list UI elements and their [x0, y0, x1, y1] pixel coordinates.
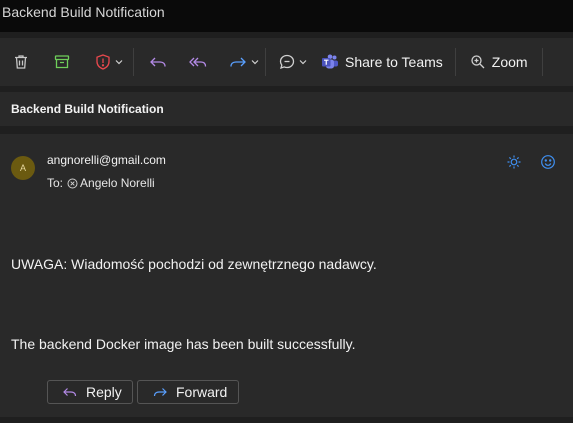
window-title: Backend Build Notification	[2, 4, 165, 20]
forward-icon	[153, 388, 167, 397]
toolbar-divider	[454, 48, 456, 76]
sender-avatar[interactable]: A	[11, 156, 35, 180]
teams-icon	[322, 54, 338, 69]
external-sender-warning: UWAGA: Wiadomość pochodzi od zewnętrzneg…	[11, 256, 377, 272]
report-button[interactable]	[94, 53, 123, 71]
reactions-button[interactable]	[540, 154, 556, 175]
theme-toggle-button[interactable]	[506, 154, 522, 175]
forward-button[interactable]: Forward	[137, 380, 239, 404]
archive-icon	[54, 55, 70, 69]
reply-all-icon	[189, 57, 207, 67]
trash-icon	[15, 55, 27, 69]
chevron-down-icon[interactable]	[251, 58, 259, 66]
toolbar-divider	[265, 48, 266, 76]
shield-alert-icon	[96, 54, 110, 70]
recipient-line: To: Angelo Norelli	[47, 176, 155, 190]
message-body: The backend Docker image has been built …	[11, 336, 356, 352]
reply-button[interactable]: Reply	[47, 380, 133, 404]
subject-bar: Backend Build Notification	[0, 92, 573, 126]
chevron-down-icon[interactable]	[115, 58, 123, 66]
recipient-remove-icon	[67, 178, 78, 189]
message-subject: Backend Build Notification	[11, 102, 164, 116]
share-to-teams-button[interactable]: Share to Teams	[321, 53, 443, 71]
reply-all-toolbar-button[interactable]	[188, 53, 208, 71]
im-reply-button[interactable]	[278, 53, 307, 71]
zoom-button[interactable]: Zoom	[470, 54, 528, 70]
message-pane: A angnorelli@gmail.com To: Angelo Norell…	[0, 134, 573, 417]
reply-icon	[150, 57, 166, 67]
chat-bubble-icon	[279, 54, 295, 70]
window-title-bar: Backend Build Notification	[0, 0, 573, 32]
delete-button[interactable]	[12, 53, 30, 71]
archive-button[interactable]	[53, 53, 71, 71]
sun-icon	[507, 155, 521, 169]
smiley-icon	[541, 155, 555, 169]
zoom-label: Zoom	[491, 54, 528, 70]
chevron-down-icon[interactable]	[299, 58, 307, 66]
forward-toolbar-button[interactable]	[228, 53, 259, 71]
reply-toolbar-button[interactable]	[148, 53, 168, 71]
to-prefix: To:	[47, 176, 64, 190]
toolbar-divider	[541, 48, 543, 76]
reply-label: Reply	[86, 384, 122, 400]
toolbar: Share to Teams Zoom	[0, 38, 573, 86]
zoom-in-icon	[471, 55, 485, 69]
forward-icon	[230, 57, 246, 67]
share-to-teams-label: Share to Teams	[345, 54, 443, 70]
forward-label: Forward	[176, 384, 228, 400]
sender-address[interactable]: angnorelli@gmail.com	[47, 153, 166, 167]
toolbar-divider	[133, 48, 134, 76]
reply-icon	[63, 388, 77, 397]
recipient-name[interactable]: Angelo Norelli	[80, 176, 155, 190]
